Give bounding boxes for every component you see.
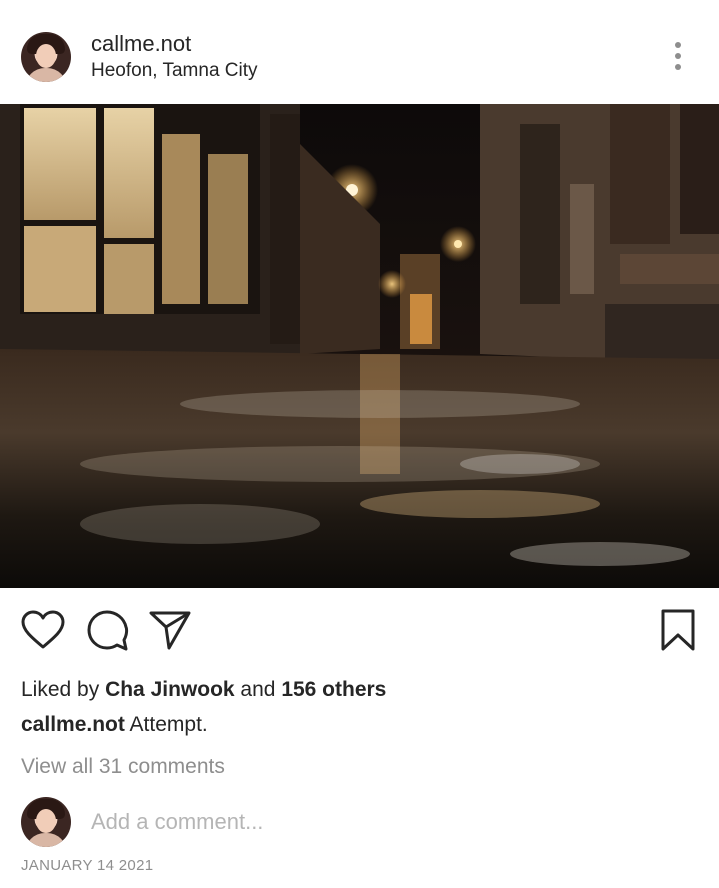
street-photo-image <box>0 104 719 588</box>
add-comment-input[interactable]: Add a comment... <box>91 809 263 835</box>
bookmark-icon[interactable] <box>660 608 696 652</box>
post-location[interactable]: Heofon, Tamna City <box>91 60 258 82</box>
likes-others-count[interactable]: 156 others <box>281 678 386 701</box>
view-all-comments-link[interactable]: View all 31 comments <box>21 755 225 779</box>
comment-icon[interactable] <box>87 610 129 652</box>
author-avatar[interactable] <box>21 32 71 82</box>
liked-by-user[interactable]: Cha Jinwook <box>105 678 235 701</box>
more-options-dot-icon <box>675 42 681 48</box>
author-username[interactable]: callme.not <box>91 31 191 57</box>
post-photo[interactable] <box>0 104 719 588</box>
likes-summary[interactable]: Liked by Cha Jinwook and 156 others <box>21 678 386 702</box>
send-icon[interactable] <box>149 610 191 650</box>
caption-text: Attempt. <box>124 713 208 736</box>
more-options-dot-icon <box>675 64 681 70</box>
post-actions-bar <box>0 588 719 668</box>
likes-middle: and <box>234 678 282 701</box>
comment-avatar <box>21 797 71 847</box>
likes-prefix: Liked by <box>21 678 106 701</box>
more-options-dot-icon <box>675 53 681 59</box>
heart-icon[interactable] <box>21 610 65 650</box>
post-date: JANUARY 14 2021 <box>21 857 154 874</box>
post-header: callme.not Heofon, Tamna City <box>0 0 719 104</box>
caption-username[interactable]: callme.not <box>21 713 125 736</box>
more-options-button[interactable] <box>664 38 692 74</box>
post-caption: callme.not Attempt. <box>21 713 208 737</box>
